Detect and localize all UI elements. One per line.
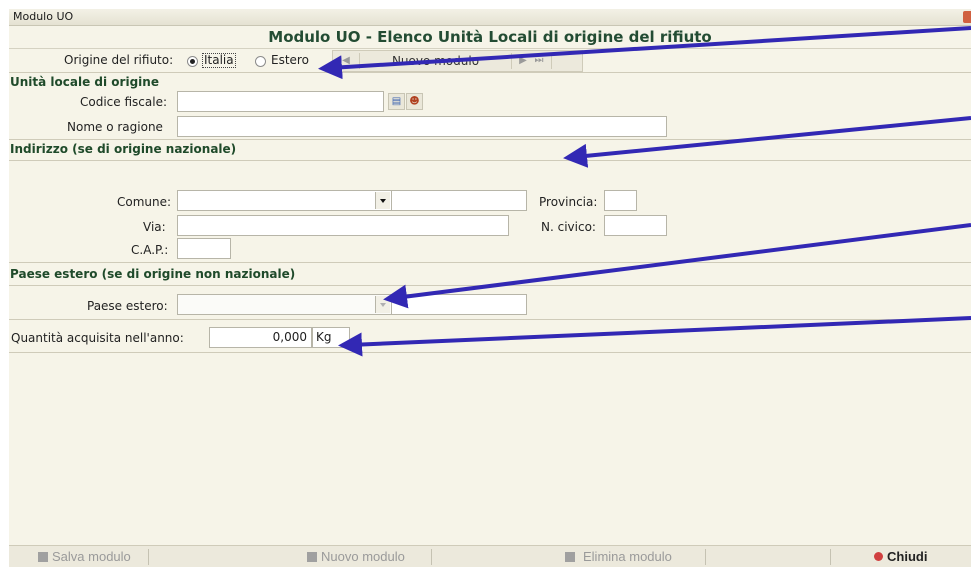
arrow-origin (318, 26, 971, 80)
arrow-quantita (338, 316, 971, 357)
arrow-paese (383, 223, 971, 309)
annotation-arrows (318, 26, 971, 357)
arrow-indirizzo (563, 116, 971, 168)
